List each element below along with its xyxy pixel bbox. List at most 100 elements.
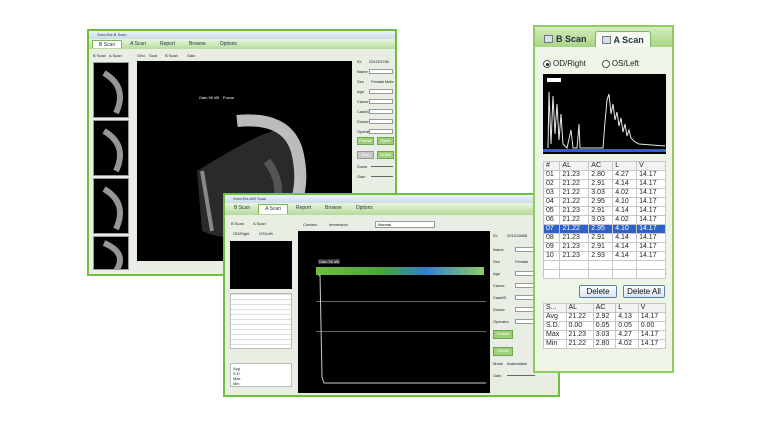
sex-male[interactable]: Male <box>385 79 394 84</box>
meas-header-row: # AL AC L V <box>542 161 666 171</box>
mode-select[interactable]: Normal <box>375 221 435 228</box>
measurement-row[interactable]: 09 21.23 2.91 4.14 14.17 <box>542 242 666 252</box>
caseid-label: CaseID <box>493 295 507 300</box>
measurement-row[interactable]: 01 21.23 2.80 4.27 14.17 <box>542 170 666 180</box>
tab-ascan[interactable]: A Scan <box>124 40 152 48</box>
table-cell: 14.17 <box>637 339 667 349</box>
ascan-preview-plot[interactable] <box>543 74 666 154</box>
eye-right-label: OD/Right <box>553 59 586 68</box>
ascan-mini-table <box>230 293 292 349</box>
grid-toggle[interactable]: Grid <box>137 53 145 58</box>
scan-thumbnail[interactable] <box>93 178 129 234</box>
scale-toggle[interactable]: Scal <box>149 53 157 58</box>
delete-button[interactable]: Delete <box>377 151 394 159</box>
eye-right-radio[interactable]: OD/Right <box>543 59 586 68</box>
bscan-toggle[interactable]: B Scan <box>165 53 178 58</box>
panel-tab-ascan-label: A Scan <box>613 34 644 45</box>
stats-row[interactable]: Min 21.22 2.80 4.02 14.17 <box>543 339 667 349</box>
table-cell: 2.80 <box>592 339 617 349</box>
cause-field[interactable] <box>369 99 393 104</box>
measurement-row[interactable]: 03 21.22 3.03 4.02 14.17 <box>542 188 666 198</box>
age-label: Age <box>357 89 365 94</box>
measurement-row[interactable]: 04 21.22 2.95 4.10 14.17 <box>542 197 666 207</box>
immersion-radio[interactable]: Immersion <box>329 222 348 227</box>
table-cell: 21.23 <box>559 233 590 243</box>
freeze-button[interactable]: Freeze <box>493 330 513 339</box>
table-cell: 04 <box>542 197 561 207</box>
table-cell: 14.17 <box>636 233 666 243</box>
stat-min-label: Min <box>233 381 240 386</box>
contact-radio[interactable]: Contact <box>303 222 317 227</box>
focus-overlay: Focus <box>223 95 234 100</box>
ascan-icon <box>601 35 611 44</box>
subtab-ascan[interactable]: A Scan <box>253 221 266 226</box>
radio-selected-icon <box>543 59 551 68</box>
scan-thumbnail[interactable] <box>93 120 129 176</box>
subtab-bscan[interactable]: B Scan <box>231 221 244 226</box>
table-cell: 08 <box>542 233 561 243</box>
doctor-field[interactable] <box>369 119 393 124</box>
subtab-ascan[interactable]: A Scan <box>109 53 122 58</box>
measurement-row[interactable]: 06 21.22 3.03 4.02 14.17 <box>542 215 666 225</box>
ascan-window-title: SonoTek A/B Scan <box>225 195 558 203</box>
stats-row[interactable]: Avg 21.22 2.92 4.13 14.17 <box>543 312 667 322</box>
mode-label: Mode <box>493 361 504 366</box>
table-cell: 21.22 <box>559 197 590 207</box>
tab-bscan[interactable]: B Scan <box>228 204 256 214</box>
delete-button[interactable]: Delete <box>579 285 617 298</box>
eye-left-radio[interactable]: OS/Left <box>601 59 639 68</box>
sex-female[interactable]: Female <box>371 79 384 84</box>
measurement-row[interactable]: 08 21.23 2.91 4.14 14.17 <box>542 233 666 243</box>
name-field[interactable] <box>369 69 393 74</box>
tab-report[interactable]: Report <box>154 40 181 48</box>
ascan-mini-stats: Avg S.D. Max Min <box>230 363 292 387</box>
table-cell: 0.00 <box>565 321 594 331</box>
delete-button[interactable]: Delete <box>493 347 513 356</box>
panel-tab-ascan[interactable]: A Scan <box>594 31 651 47</box>
panel-tab-bscan[interactable]: B Scan <box>538 31 593 47</box>
tab-options[interactable]: Options <box>214 40 243 48</box>
mode-value[interactable]: Automation <box>507 361 527 366</box>
measurement-row[interactable]: 10 21.23 2.93 4.14 14.17 <box>542 251 666 261</box>
scan-thumbnail[interactable] <box>93 236 129 270</box>
table-cell: 2.91 <box>588 206 614 216</box>
tab-browse[interactable]: Browse <box>183 40 212 48</box>
sex-label: Sex <box>357 79 364 84</box>
tab-report[interactable]: Report <box>290 204 317 214</box>
save-button[interactable]: Save <box>377 137 394 145</box>
zoom-slider[interactable] <box>371 166 393 167</box>
tab-options[interactable]: Options <box>350 204 379 214</box>
id-value: 291210868 <box>507 233 528 238</box>
measurement-row[interactable]: 05 21.23 2.91 4.14 14.17 <box>542 206 666 216</box>
caseid-field[interactable] <box>369 109 393 114</box>
delete-all-button[interactable]: Delete All <box>623 285 665 298</box>
table-cell: 4.10 <box>612 224 638 234</box>
scan-thumbnail[interactable] <box>93 62 129 118</box>
sex-value[interactable]: Female <box>515 259 528 264</box>
stats-row[interactable]: S.D. 0.00 0.05 0.05 0.00 <box>543 321 667 331</box>
age-field[interactable] <box>369 89 393 94</box>
cause-label: Cause <box>493 283 505 288</box>
ascan-panel: B Scan A Scan OD/Right OS/Left # AL AC L V 01… <box>533 25 674 373</box>
freeze-button[interactable]: Freeze <box>357 137 374 145</box>
tab-bscan[interactable]: B Scan <box>92 40 123 48</box>
measurement-row[interactable]: 02 21.22 2.91 4.14 14.17 <box>542 179 666 189</box>
gain-slider[interactable] <box>371 176 393 177</box>
stop-button[interactable]: Stop <box>357 151 374 159</box>
table-cell: 14.17 <box>636 206 666 216</box>
tab-browse[interactable]: Browse <box>319 204 348 214</box>
eye-left-radio[interactable]: OS/Left <box>259 231 273 236</box>
gain-slider[interactable] <box>507 375 535 376</box>
stats-row[interactable]: Max 21.23 3.03 4.27 14.17 <box>543 330 667 340</box>
ascan-waveform[interactable]: Gain 90 dB <box>298 231 490 393</box>
ascan-thumbnail[interactable] <box>230 241 292 289</box>
eye-right-radio[interactable]: OD/Right <box>233 231 249 236</box>
gain-toggle[interactable]: Gain <box>187 53 195 58</box>
subtab-bscan[interactable]: B Scan <box>93 53 106 58</box>
operator-field[interactable] <box>369 129 393 134</box>
table-cell: 21.22 <box>565 339 594 349</box>
measurement-row[interactable]: 07 21.22 2.95 4.10 14.17 <box>542 224 666 234</box>
table-cell: 2.95 <box>588 197 614 207</box>
table-cell: 14.17 <box>636 215 666 225</box>
tab-ascan[interactable]: A Scan <box>258 204 288 214</box>
